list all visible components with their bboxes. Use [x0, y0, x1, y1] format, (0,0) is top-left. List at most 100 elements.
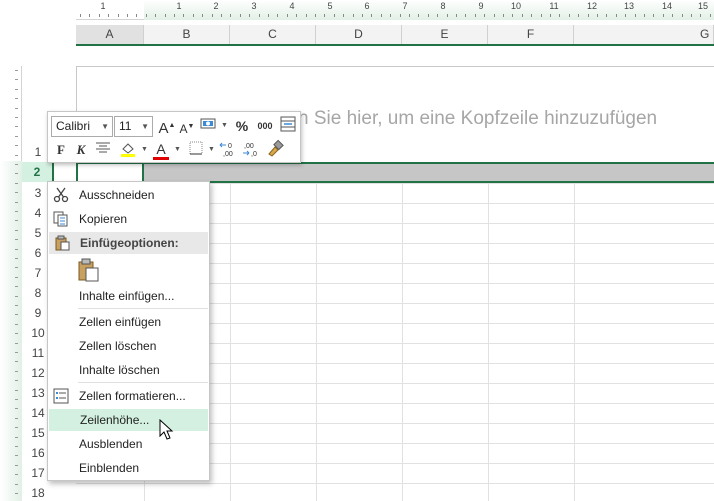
ruler-tick: [155, 14, 157, 17]
menu-item-label: Zellen formatieren...: [79, 389, 186, 403]
ruler-tick: [15, 483, 18, 485]
font-color-button[interactable]: A: [152, 139, 170, 160]
menu-item-paste-special[interactable]: Inhalte einfügen...: [48, 285, 209, 307]
ruler-tick: [202, 14, 204, 17]
active-cell[interactable]: [76, 162, 144, 183]
column-header-b[interactable]: B: [144, 25, 230, 44]
ruler-number: 9: [478, 1, 484, 11]
ruler-number: 7: [402, 1, 408, 11]
menu-item-label: Kopieren: [79, 212, 128, 226]
align-center-button[interactable]: [94, 140, 112, 160]
menu-item-hide[interactable]: Ausblenden: [48, 433, 209, 455]
column-header-d[interactable]: D: [316, 25, 402, 44]
menu-item-clear-contents[interactable]: Inhalte löschen: [48, 359, 209, 381]
thousands-separator-button[interactable]: 000: [254, 116, 276, 136]
ruler-tick: [15, 276, 18, 278]
svg-text:,00: ,00: [244, 143, 254, 150]
ruler-tick: [15, 135, 18, 137]
ruler-tick: [362, 14, 363, 17]
ruler-tick: [15, 408, 18, 410]
ruler-number: 6: [364, 1, 370, 11]
decrease-font-icon: A: [179, 122, 188, 136]
menu-item-insert-cells[interactable]: Zellen einfügen: [48, 311, 209, 333]
ruler-tick: [286, 14, 288, 17]
merge-cells-button[interactable]: [279, 116, 297, 136]
italic-button[interactable]: K: [73, 140, 89, 160]
menu-item-label: Ausschneiden: [79, 188, 155, 202]
increase-decimal-button[interactable]: 0 ,00: [219, 140, 239, 160]
column-header-g[interactable]: G: [574, 25, 714, 44]
menu-item-delete-cells[interactable]: Zellen löschen: [48, 335, 209, 357]
paste-option-button[interactable]: [76, 258, 102, 284]
row-header-selected[interactable]: 2: [22, 162, 54, 182]
font-name-dropdown[interactable]: Calibri ▼: [51, 116, 113, 137]
svg-text:0: 0: [228, 143, 232, 150]
menu-item-copy[interactable]: Kopieren: [48, 208, 209, 230]
menu-group-paste-options: Einfügeoptionen:: [49, 232, 208, 254]
format-painter-button[interactable]: [265, 139, 285, 159]
accounting-format-icon: [200, 118, 216, 129]
ruler-tick: [15, 493, 18, 494]
ruler-tick: [709, 14, 711, 17]
column-header-e[interactable]: E: [402, 25, 488, 44]
ruler-tick: [437, 14, 439, 17]
ruler-tick: [691, 14, 692, 17]
ruler-tick: [15, 474, 18, 476]
chevron-down-icon[interactable]: ▼: [141, 140, 148, 160]
ruler-tick: [127, 14, 128, 17]
column-header-c[interactable]: C: [230, 25, 316, 44]
ruler-tick: [493, 14, 495, 17]
selected-row[interactable]: [76, 162, 714, 183]
decrease-decimal-button[interactable]: ,00 ,0: [241, 140, 261, 160]
menu-item-unhide[interactable]: Einblenden: [48, 457, 209, 479]
menu-item-label: Zeilenhöhe...: [80, 413, 150, 427]
vertical-ruler: [0, 66, 22, 501]
ruler-tick: [474, 14, 476, 17]
bold-button[interactable]: F: [53, 140, 69, 160]
ruler-tick: [352, 14, 354, 17]
chevron-down-icon[interactable]: ▼: [208, 140, 215, 160]
row-header[interactable]: 18: [22, 483, 54, 501]
grid-line: [76, 483, 714, 484]
ruler-tick: [653, 14, 655, 17]
ruler-tick: [15, 446, 18, 447]
menu-separator: [78, 308, 208, 309]
column-header-a[interactable]: A: [76, 25, 144, 44]
increase-font-size-button[interactable]: A▲: [158, 116, 176, 137]
borders-button[interactable]: [187, 140, 205, 160]
ruler-tick: [183, 14, 185, 17]
column-header-f[interactable]: F: [488, 25, 574, 44]
ruler-tick: [15, 182, 18, 184]
ruler-tick: [117, 14, 119, 17]
ruler-tick: [211, 14, 213, 17]
menu-item-cut[interactable]: Ausschneiden: [48, 184, 209, 206]
fill-color-button[interactable]: [118, 140, 138, 160]
copy-icon: [53, 211, 68, 227]
chevron-down-icon[interactable]: ▼: [221, 116, 228, 136]
header-placeholder-text[interactable]: n Sie hier, um eine Kopfzeile hinzuzufüg…: [298, 108, 657, 130]
mouse-pointer-icon: [159, 419, 174, 440]
menu-item-row-height[interactable]: Zeilenhöhe...: [49, 409, 208, 431]
chevron-down-icon[interactable]: ▼: [174, 140, 181, 160]
ruler-tick: [672, 14, 674, 17]
ruler-tick: [164, 14, 166, 17]
ruler-tick: [296, 14, 298, 17]
font-color-icon: A: [156, 141, 166, 157]
decrease-font-size-button[interactable]: A▼: [179, 117, 195, 137]
font-size-dropdown[interactable]: 11 ▼: [114, 116, 153, 137]
menu-item-format-cells[interactable]: Zellen formatieren...: [48, 385, 209, 407]
ruler-tick: [512, 14, 514, 17]
scissors-icon: [53, 187, 69, 203]
ruler-tick: [239, 14, 241, 17]
ruler-tick: [587, 14, 589, 17]
number-format-button[interactable]: [200, 116, 218, 136]
svg-text:,0: ,0: [251, 151, 257, 158]
ruler-tick: [15, 145, 18, 147]
format-painter-icon: [268, 139, 284, 157]
ruler-tick: [531, 14, 533, 17]
ruler-tick: [136, 14, 138, 17]
ruler-number: 15: [697, 1, 709, 11]
percent-style-button[interactable]: %: [234, 116, 250, 136]
chevron-down-icon: ▼: [141, 122, 149, 131]
menu-item-label: Einblenden: [79, 461, 140, 475]
